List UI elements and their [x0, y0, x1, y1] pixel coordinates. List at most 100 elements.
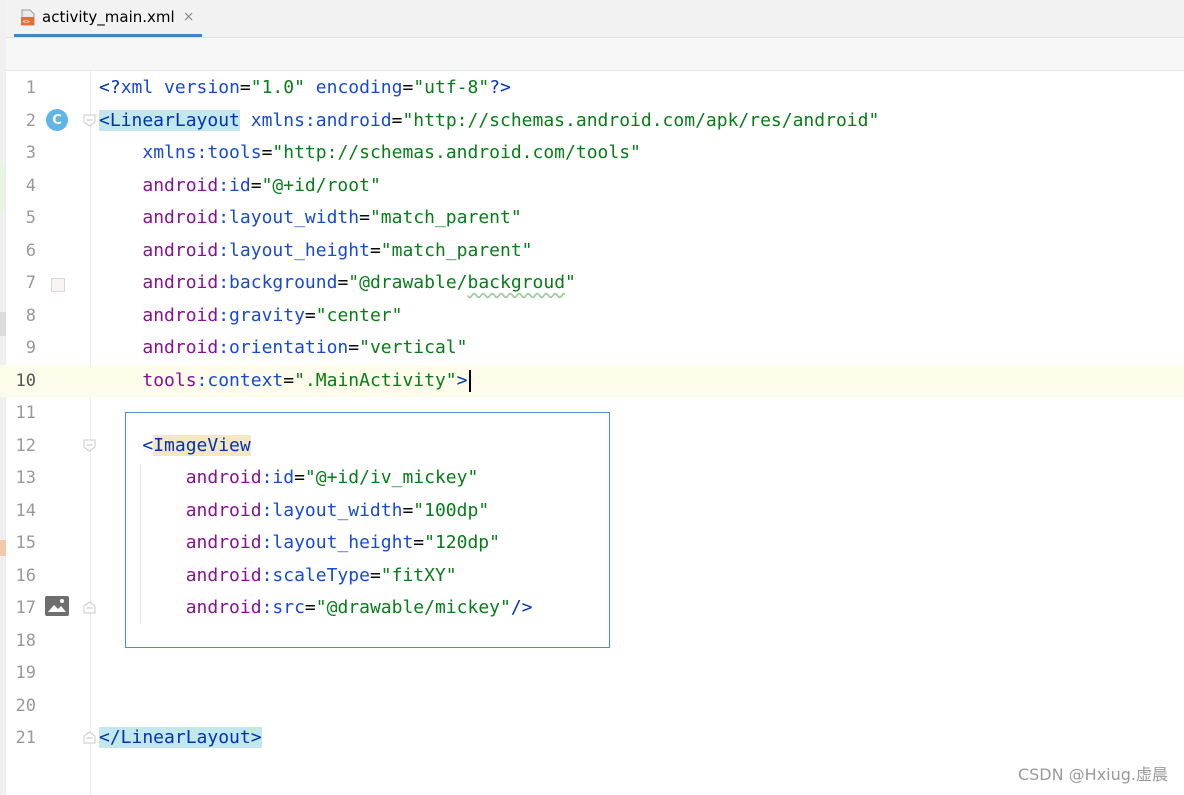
line-number: 7	[25, 273, 36, 293]
line-number: 18	[15, 630, 36, 651]
code-token: "	[565, 272, 576, 293]
code-token: =	[239, 77, 251, 98]
code-text[interactable]: xmlns:tools="http://schemas.android.com/…	[99, 137, 641, 169]
code-line[interactable]: 5 android:layout_width="match_parent"	[0, 202, 1184, 234]
code-token: >	[456, 369, 468, 391]
line-number: 6	[25, 240, 36, 261]
code-token: =	[359, 207, 370, 228]
code-line[interactable]: 1 <?xml version="1.0" encoding="utf-8"?>	[0, 72, 1184, 104]
code-line[interactable]: 21 </LinearLayout>	[0, 722, 1184, 754]
code-text[interactable]: android:gravity="center"	[99, 300, 402, 332]
code-token: =	[402, 77, 414, 98]
code-text[interactable]: android:background="@drawable/backgroud"	[99, 267, 576, 299]
code-token: xmlns:tools	[142, 142, 262, 163]
fold-end-icon[interactable]	[83, 731, 96, 744]
code-token: <LinearLayout	[99, 109, 240, 131]
code-text[interactable]: android:layout_width="match_parent"	[99, 202, 522, 234]
editor-tab-bar: <> activity_main.xml ×	[6, 0, 1184, 38]
svg-text:<>: <>	[23, 18, 31, 25]
code-line[interactable]: 3 xmlns:tools="http://schemas.android.co…	[0, 137, 1184, 169]
code-token: :id	[218, 174, 251, 196]
code-token: =	[348, 337, 360, 358]
code-token: android	[142, 207, 219, 228]
code-text[interactable]: </LinearLayout>	[99, 722, 262, 754]
line-number: 8	[25, 305, 36, 326]
code-token: version	[164, 77, 240, 98]
code-token: android	[142, 174, 219, 196]
line-number: 9	[25, 338, 36, 358]
code-text[interactable]: android:id="@+id/root"	[99, 170, 381, 202]
code-token: android	[142, 304, 219, 326]
code-token: android	[142, 337, 219, 358]
tab-label: activity_main.xml	[42, 8, 175, 26]
code-token: =	[391, 109, 403, 131]
image-preview-icon[interactable]	[45, 596, 69, 616]
line-number: 13	[15, 468, 36, 488]
line-number: 12	[15, 435, 36, 456]
fold-icon[interactable]	[83, 439, 96, 452]
line-number: 4	[25, 175, 36, 196]
code-token: "match_parent"	[369, 207, 522, 228]
code-token: :gravity	[218, 304, 305, 326]
line-number: 20	[15, 695, 36, 716]
code-token: =	[369, 239, 381, 261]
code-token: ".MainActivity"	[294, 369, 457, 391]
code-token: tools	[142, 369, 197, 391]
line-number: 16	[15, 565, 36, 586]
code-text[interactable]: <LinearLayout xmlns:android="http://sche…	[99, 105, 879, 137]
code-token: "1.0"	[250, 77, 305, 98]
code-line[interactable]: 8 android:gravity="center"	[0, 300, 1184, 332]
watermark: CSDN @Hxiug.虚晨	[1017, 765, 1168, 784]
code-token: =	[337, 272, 349, 293]
code-line[interactable]: 9 android:orientation="vertical"	[0, 332, 1184, 364]
code-line[interactable]: 7 android:background="@drawable/backgrou…	[0, 267, 1184, 299]
code-token: xmlns:android	[250, 109, 392, 131]
code-token: ?>	[489, 77, 511, 98]
code-line[interactable]: 4 android:id="@+id/root"	[0, 170, 1184, 202]
line-number: 17	[15, 598, 36, 618]
code-token: android	[142, 272, 219, 293]
line-number: 14	[15, 500, 36, 521]
line-number: 5	[25, 208, 36, 228]
code-line[interactable]: 2 <LinearLayout xmlns:android="http://sch…	[0, 105, 1184, 137]
xml-file-icon: <>	[21, 9, 35, 25]
image-preview-highlight	[125, 412, 610, 648]
code-token: =	[283, 369, 295, 391]
code-line[interactable]: 6 android:layout_height="match_parent"	[0, 235, 1184, 267]
code-token: :layout_width	[218, 207, 360, 228]
fold-icon[interactable]	[83, 114, 96, 127]
tab-activity-main[interactable]: <> activity_main.xml ×	[14, 0, 202, 37]
code-token: "http://schemas.android.com/tools"	[272, 142, 641, 163]
code-text[interactable]: <?xml version="1.0" encoding="utf-8"?>	[99, 72, 511, 104]
code-line[interactable]: 10 tools:context=".MainActivity">	[0, 364, 1184, 397]
code-text[interactable]: android:orientation="vertical"	[99, 332, 467, 364]
code-text[interactable]: android:layout_height="match_parent"	[99, 235, 532, 267]
code-token: android	[142, 239, 219, 261]
color-swatch-icon[interactable]	[51, 278, 65, 292]
code-text[interactable]: tools:context=".MainActivity">	[99, 365, 471, 397]
code-token: "http://schemas.android.com/apk/res/andr…	[402, 109, 880, 131]
text-caret	[468, 369, 471, 392]
line-number: 1	[25, 78, 36, 98]
line-number: 19	[15, 663, 36, 683]
code-line[interactable]: 20	[0, 690, 1184, 722]
line-number: 3	[25, 143, 36, 163]
code-token: :layout_height	[218, 239, 370, 261]
line-number: 11	[15, 403, 36, 423]
line-number: 15	[15, 533, 36, 553]
class-icon[interactable]: C	[46, 109, 68, 131]
code-token: xml	[120, 77, 165, 98]
line-number: 2	[25, 110, 36, 131]
code-token: "@+id/root"	[261, 174, 381, 196]
fold-end-icon[interactable]	[83, 601, 96, 614]
code-line[interactable]: 19	[0, 657, 1184, 689]
close-icon[interactable]: ×	[183, 9, 195, 25]
